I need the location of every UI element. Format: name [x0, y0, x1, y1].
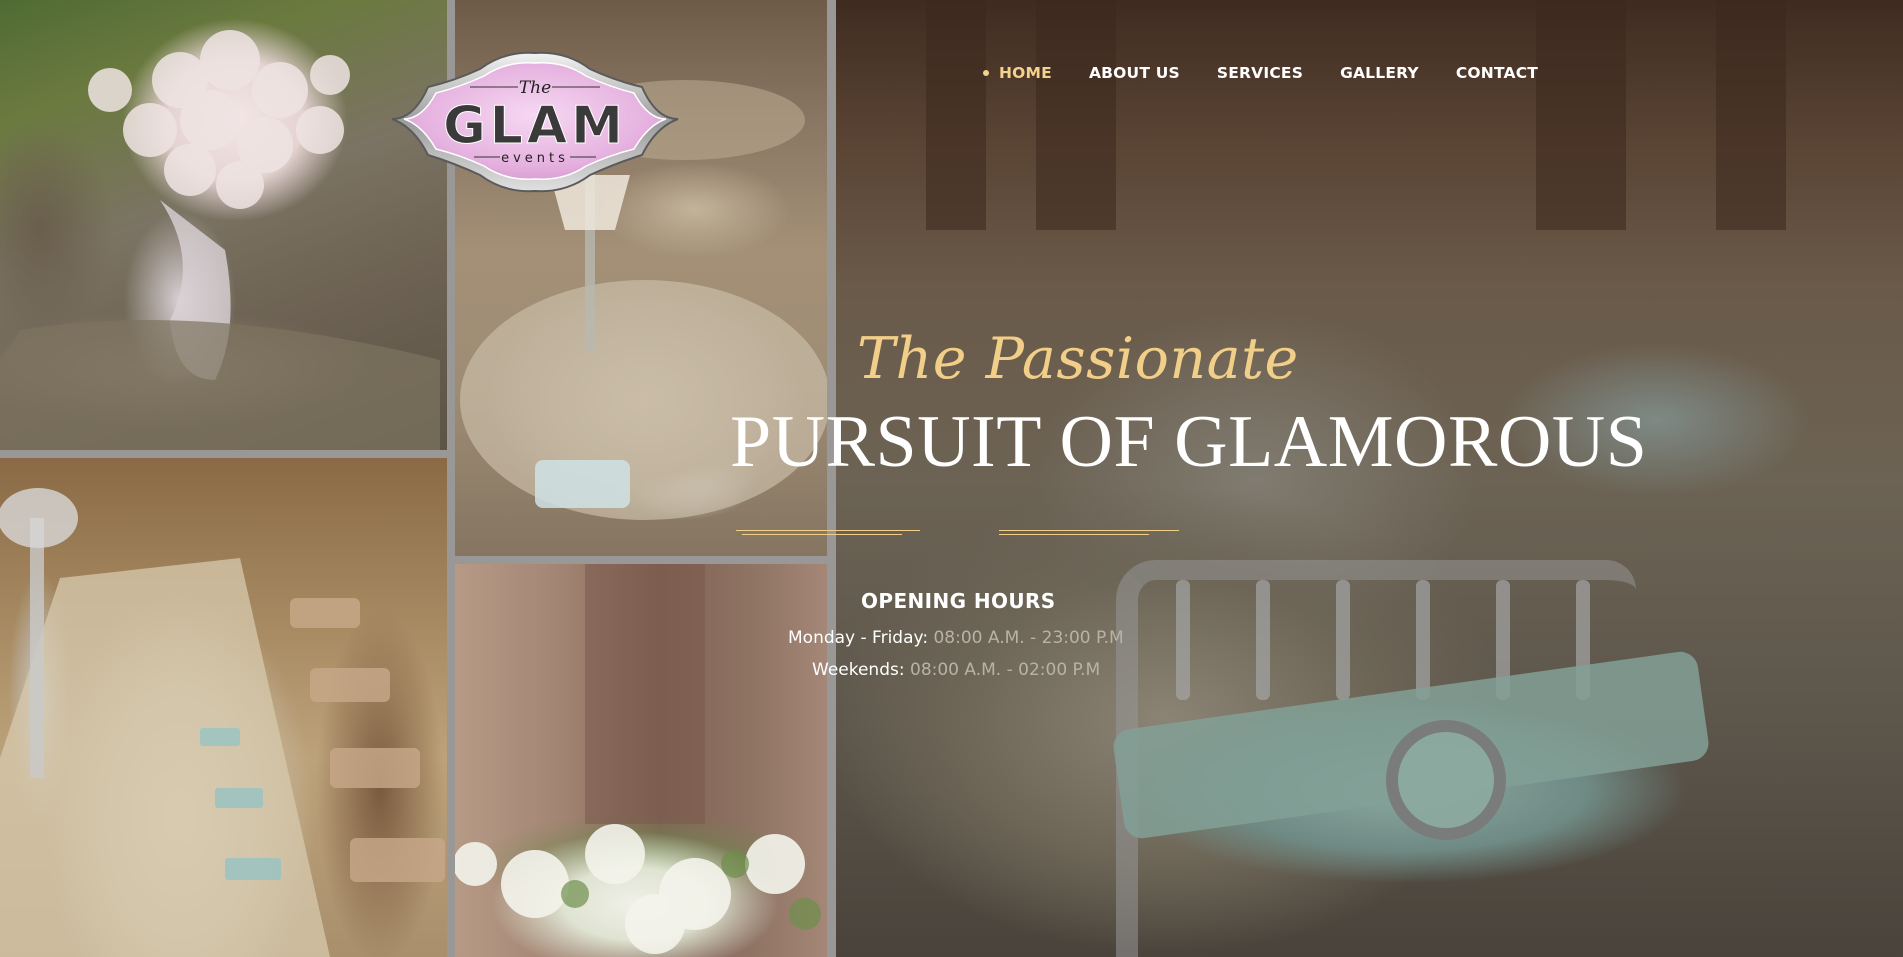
weekend-hours: Weekends: 08:00 A.M. - 02:00 P.M: [812, 660, 1100, 680]
chair-slat-decor: [1176, 580, 1190, 700]
nav-label: ABOUT US: [1088, 64, 1180, 82]
long-table-image: [0, 458, 447, 957]
nav-label: SERVICES: [1216, 64, 1304, 82]
glam-events-logo[interactable]: The GLAM events: [384, 47, 686, 197]
nav-gallery[interactable]: GALLERY: [1340, 64, 1419, 82]
nav-contact[interactable]: CONTACT: [1456, 64, 1538, 82]
flower-arrangement-image: [455, 564, 827, 957]
logo-sub-text: events: [501, 151, 569, 166]
weekday-hours: Monday - Friday: 08:00 A.M. - 23:00 P.M: [788, 628, 1124, 648]
nav-label: CONTACT: [1455, 64, 1539, 82]
sash-buckle-decor: [1386, 720, 1506, 840]
logo-top-text: The: [519, 78, 551, 98]
divider-left: [736, 530, 920, 535]
nav-label: GALLERY: [1340, 64, 1419, 82]
nav-home[interactable]: HOME: [983, 64, 1052, 82]
curtain-decor: [1036, 0, 1116, 230]
curtain-decor: [1536, 0, 1626, 230]
chair-slat-decor: [1416, 580, 1430, 700]
chair-slat-decor: [1336, 580, 1350, 700]
active-dot-icon: [983, 70, 989, 76]
divider-right: [999, 530, 1179, 535]
main-navigation: HOME ABOUT US SERVICES GALLERY CONTACT: [983, 64, 1575, 82]
hero-headline: PURSUIT OF GLAMOROUS: [730, 401, 1648, 483]
curtain-decor: [1716, 0, 1786, 230]
weekday-label: Monday - Friday:: [788, 628, 929, 648]
opening-hours-title: OPENING HOURS: [861, 589, 1056, 613]
weekend-label: Weekends:: [812, 660, 905, 680]
weekday-time: 08:00 A.M. - 23:00 P.M: [933, 628, 1124, 648]
nav-about-us[interactable]: ABOUT US: [1089, 64, 1180, 82]
curtain-decor: [926, 0, 986, 230]
nav-services[interactable]: SERVICES: [1217, 64, 1303, 82]
bridal-bouquet-image: [0, 0, 447, 450]
chair-slat-decor: [1256, 580, 1270, 700]
weekend-time: 08:00 A.M. - 02:00 P.M: [910, 660, 1101, 680]
logo-main-text: GLAM: [443, 96, 627, 156]
nav-label: HOME: [999, 64, 1052, 82]
hero-tagline: The Passionate: [857, 326, 1299, 392]
